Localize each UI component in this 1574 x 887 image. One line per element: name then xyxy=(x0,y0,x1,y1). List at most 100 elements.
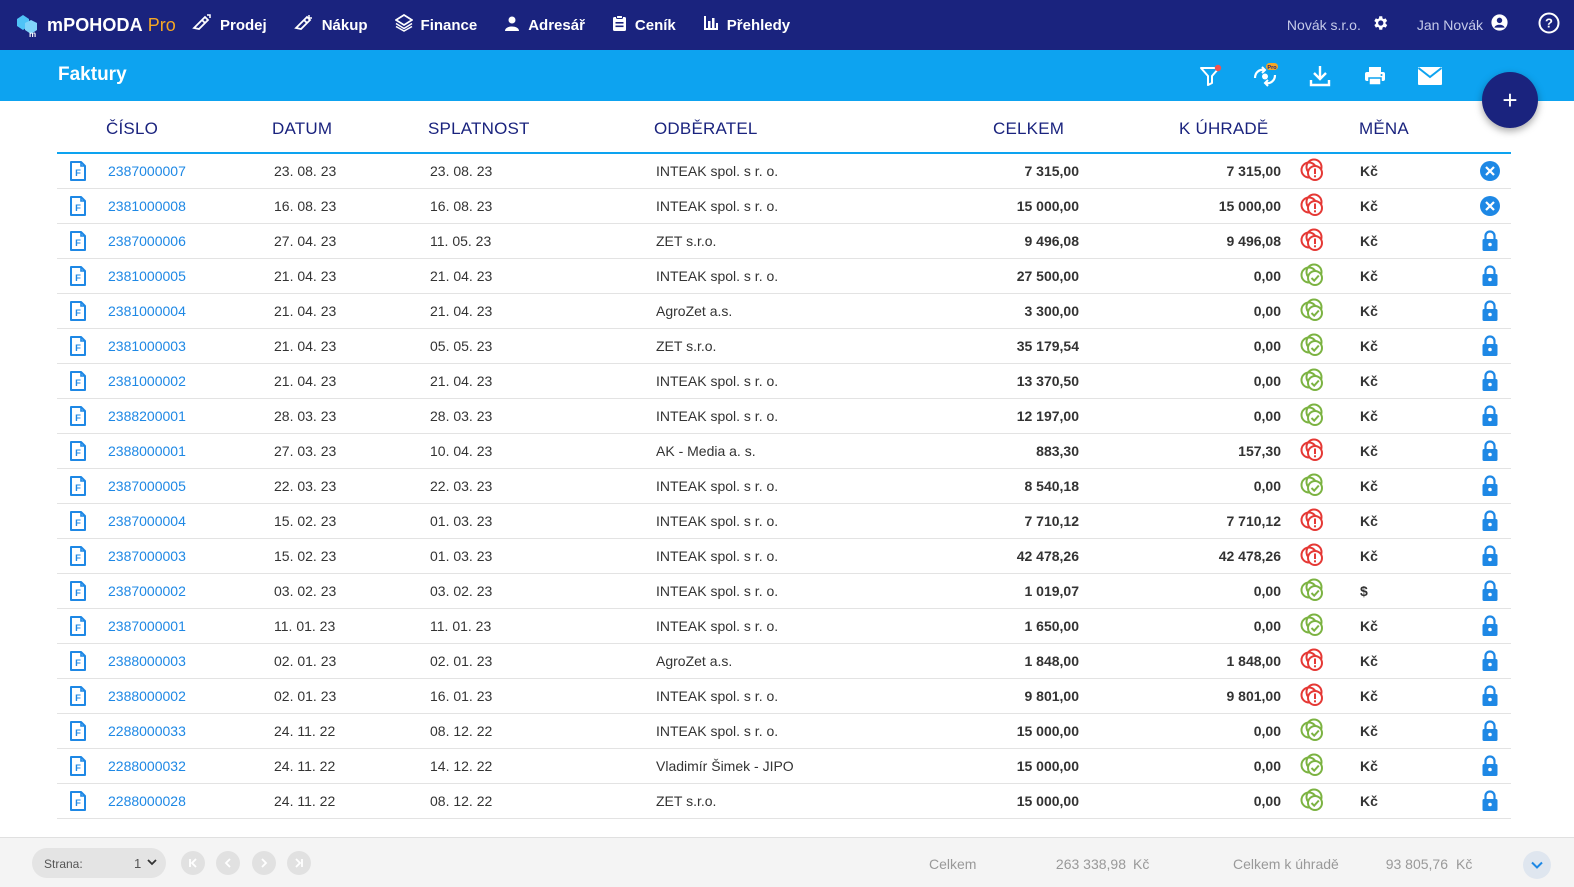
invoice-document-icon[interactable]: F xyxy=(69,294,87,328)
invoice-number-link[interactable]: 2288000033 xyxy=(108,714,186,748)
table-row[interactable]: F 2381000002 21. 04. 23 21. 04. 23 INTEAK sp… xyxy=(57,364,1511,399)
lock-icon[interactable] xyxy=(1477,539,1503,573)
invoice-document-icon[interactable]: F xyxy=(69,749,87,783)
header-date[interactable]: DATUM xyxy=(272,119,332,139)
invoice-document-icon[interactable]: F xyxy=(69,154,87,188)
table-row[interactable]: F 2388000003 02. 01. 23 02. 01. 23 AgroZet a… xyxy=(57,644,1511,679)
nav-item-prehledy[interactable]: Přehledy xyxy=(703,15,790,35)
nav-item-prodej[interactable]: Prodej xyxy=(192,14,267,36)
invoice-number-link[interactable]: 2387000005 xyxy=(108,469,186,503)
header-number[interactable]: ČÍSLO xyxy=(106,119,158,139)
lock-icon[interactable] xyxy=(1477,434,1503,468)
nav-item-nakup[interactable]: Nákup xyxy=(293,14,368,36)
lock-icon[interactable] xyxy=(1477,609,1503,643)
invoice-document-icon[interactable]: F xyxy=(69,539,87,573)
lock-icon[interactable] xyxy=(1477,224,1503,258)
table-row[interactable]: F 2388000002 02. 01. 23 16. 01. 23 INTEAK sp… xyxy=(57,679,1511,714)
nav-item-adresar[interactable]: Adresář xyxy=(504,15,585,35)
invoice-number-link[interactable]: 2388000001 xyxy=(108,434,186,468)
invoice-document-icon[interactable]: F xyxy=(69,364,87,398)
lock-icon[interactable] xyxy=(1477,329,1503,363)
invoice-document-icon[interactable]: F xyxy=(69,259,87,293)
invoice-number-link[interactable]: 2381000004 xyxy=(108,294,186,328)
table-row[interactable]: F 2288000032 24. 11. 22 14. 12. 22 Vladimír … xyxy=(57,749,1511,784)
invoice-number-link[interactable]: 2381000003 xyxy=(108,329,186,363)
lock-icon[interactable] xyxy=(1477,784,1503,818)
expand-footer-chevron-icon[interactable] xyxy=(1523,851,1551,879)
next-page-icon[interactable] xyxy=(252,851,276,875)
table-row[interactable]: F 2387000006 27. 04. 23 11. 05. 23 ZET s.r.o… xyxy=(57,224,1511,259)
last-page-icon[interactable] xyxy=(287,851,311,875)
lock-icon[interactable] xyxy=(1477,714,1503,748)
gear-icon[interactable] xyxy=(1371,14,1389,37)
pro-settings-icon[interactable]: Pro xyxy=(1251,62,1279,90)
invoice-number-link[interactable]: 2381000005 xyxy=(108,259,186,293)
invoice-document-icon[interactable]: F xyxy=(69,224,87,258)
page-select[interactable]: Strana: 1 xyxy=(32,848,166,878)
invoice-number-link[interactable]: 2388000003 xyxy=(108,644,186,678)
company-name[interactable]: Novák s.r.o. xyxy=(1287,17,1361,33)
first-page-icon[interactable] xyxy=(181,851,205,875)
print-icon[interactable] xyxy=(1361,62,1389,90)
lock-icon[interactable] xyxy=(1477,749,1503,783)
cancel-icon[interactable] xyxy=(1477,154,1503,188)
table-row[interactable]: F 2387000002 03. 02. 23 03. 02. 23 INTEAK sp… xyxy=(57,574,1511,609)
filter-icon[interactable] xyxy=(1196,62,1224,90)
invoice-number-link[interactable]: 2387000003 xyxy=(108,539,186,573)
table-row[interactable]: F 2387000005 22. 03. 23 22. 03. 23 INTEAK sp… xyxy=(57,469,1511,504)
table-row[interactable]: F 2381000004 21. 04. 23 21. 04. 23 AgroZet a… xyxy=(57,294,1511,329)
invoice-number-link[interactable]: 2381000008 xyxy=(108,189,186,223)
lock-icon[interactable] xyxy=(1477,644,1503,678)
mail-icon[interactable] xyxy=(1416,62,1444,90)
invoice-number-link[interactable]: 2387000007 xyxy=(108,154,186,188)
invoice-number-link[interactable]: 2387000002 xyxy=(108,574,186,608)
lock-icon[interactable] xyxy=(1477,294,1503,328)
user-name[interactable]: Jan Novák xyxy=(1417,17,1483,33)
header-to-pay[interactable]: K ÚHRADĚ xyxy=(1179,119,1268,139)
table-row[interactable]: F 2288000028 24. 11. 22 08. 12. 22 ZET s.r.o… xyxy=(57,784,1511,819)
invoice-document-icon[interactable]: F xyxy=(69,679,87,713)
invoice-number-link[interactable]: 2288000028 xyxy=(108,784,186,818)
invoice-number-link[interactable]: 2381000002 xyxy=(108,364,186,398)
table-row[interactable]: F 2288000033 24. 11. 22 08. 12. 22 INTEAK sp… xyxy=(57,714,1511,749)
cancel-icon[interactable] xyxy=(1477,189,1503,223)
add-invoice-button[interactable]: + xyxy=(1482,72,1538,128)
table-row[interactable]: F 2381000005 21. 04. 23 21. 04. 23 INTEAK sp… xyxy=(57,259,1511,294)
nav-item-cenik[interactable]: Ceník xyxy=(612,14,676,36)
invoice-document-icon[interactable]: F xyxy=(69,469,87,503)
table-row[interactable]: F 2387000001 11. 01. 23 11. 01. 23 INTEAK sp… xyxy=(57,609,1511,644)
lock-icon[interactable] xyxy=(1477,259,1503,293)
header-customer[interactable]: ODBĚRATEL xyxy=(654,119,758,139)
table-row[interactable]: F 2387000007 23. 08. 23 23. 08. 23 INTEAK sp… xyxy=(57,154,1511,189)
invoice-number-link[interactable]: 2387000001 xyxy=(108,609,186,643)
invoice-document-icon[interactable]: F xyxy=(69,784,87,818)
lock-icon[interactable] xyxy=(1477,469,1503,503)
table-row[interactable]: F 2381000003 21. 04. 23 05. 05. 23 ZET s.r.o… xyxy=(57,329,1511,364)
account-icon[interactable] xyxy=(1491,14,1508,36)
brand[interactable]: m mPOHODA Pro xyxy=(14,12,192,39)
header-due[interactable]: SPLATNOST xyxy=(428,119,530,139)
table-row[interactable]: F 2381000008 16. 08. 23 16. 08. 23 INTEAK sp… xyxy=(57,189,1511,224)
lock-icon[interactable] xyxy=(1477,679,1503,713)
header-total[interactable]: CELKEM xyxy=(993,119,1064,139)
invoice-number-link[interactable]: 2387000004 xyxy=(108,504,186,538)
table-row[interactable]: F 2387000004 15. 02. 23 01. 03. 23 INTEAK sp… xyxy=(57,504,1511,539)
lock-icon[interactable] xyxy=(1477,399,1503,433)
lock-icon[interactable] xyxy=(1477,574,1503,608)
invoice-number-link[interactable]: 2288000032 xyxy=(108,749,186,783)
invoice-document-icon[interactable]: F xyxy=(69,504,87,538)
help-icon[interactable]: ? xyxy=(1538,12,1560,39)
table-row[interactable]: F 2388000001 27. 03. 23 10. 04. 23 AK - Medi… xyxy=(57,434,1511,469)
download-icon[interactable] xyxy=(1306,62,1334,90)
header-currency[interactable]: MĚNA xyxy=(1359,119,1409,139)
invoice-document-icon[interactable]: F xyxy=(69,329,87,363)
invoice-number-link[interactable]: 2388000002 xyxy=(108,679,186,713)
invoice-document-icon[interactable]: F xyxy=(69,609,87,643)
prev-page-icon[interactable] xyxy=(216,851,240,875)
nav-item-finance[interactable]: Finance xyxy=(393,13,477,36)
invoice-document-icon[interactable]: F xyxy=(69,399,87,433)
table-row[interactable]: F 2387000003 15. 02. 23 01. 03. 23 INTEAK sp… xyxy=(57,539,1511,574)
invoice-number-link[interactable]: 2388200001 xyxy=(108,399,186,433)
invoice-document-icon[interactable]: F xyxy=(69,574,87,608)
invoice-number-link[interactable]: 2387000006 xyxy=(108,224,186,258)
